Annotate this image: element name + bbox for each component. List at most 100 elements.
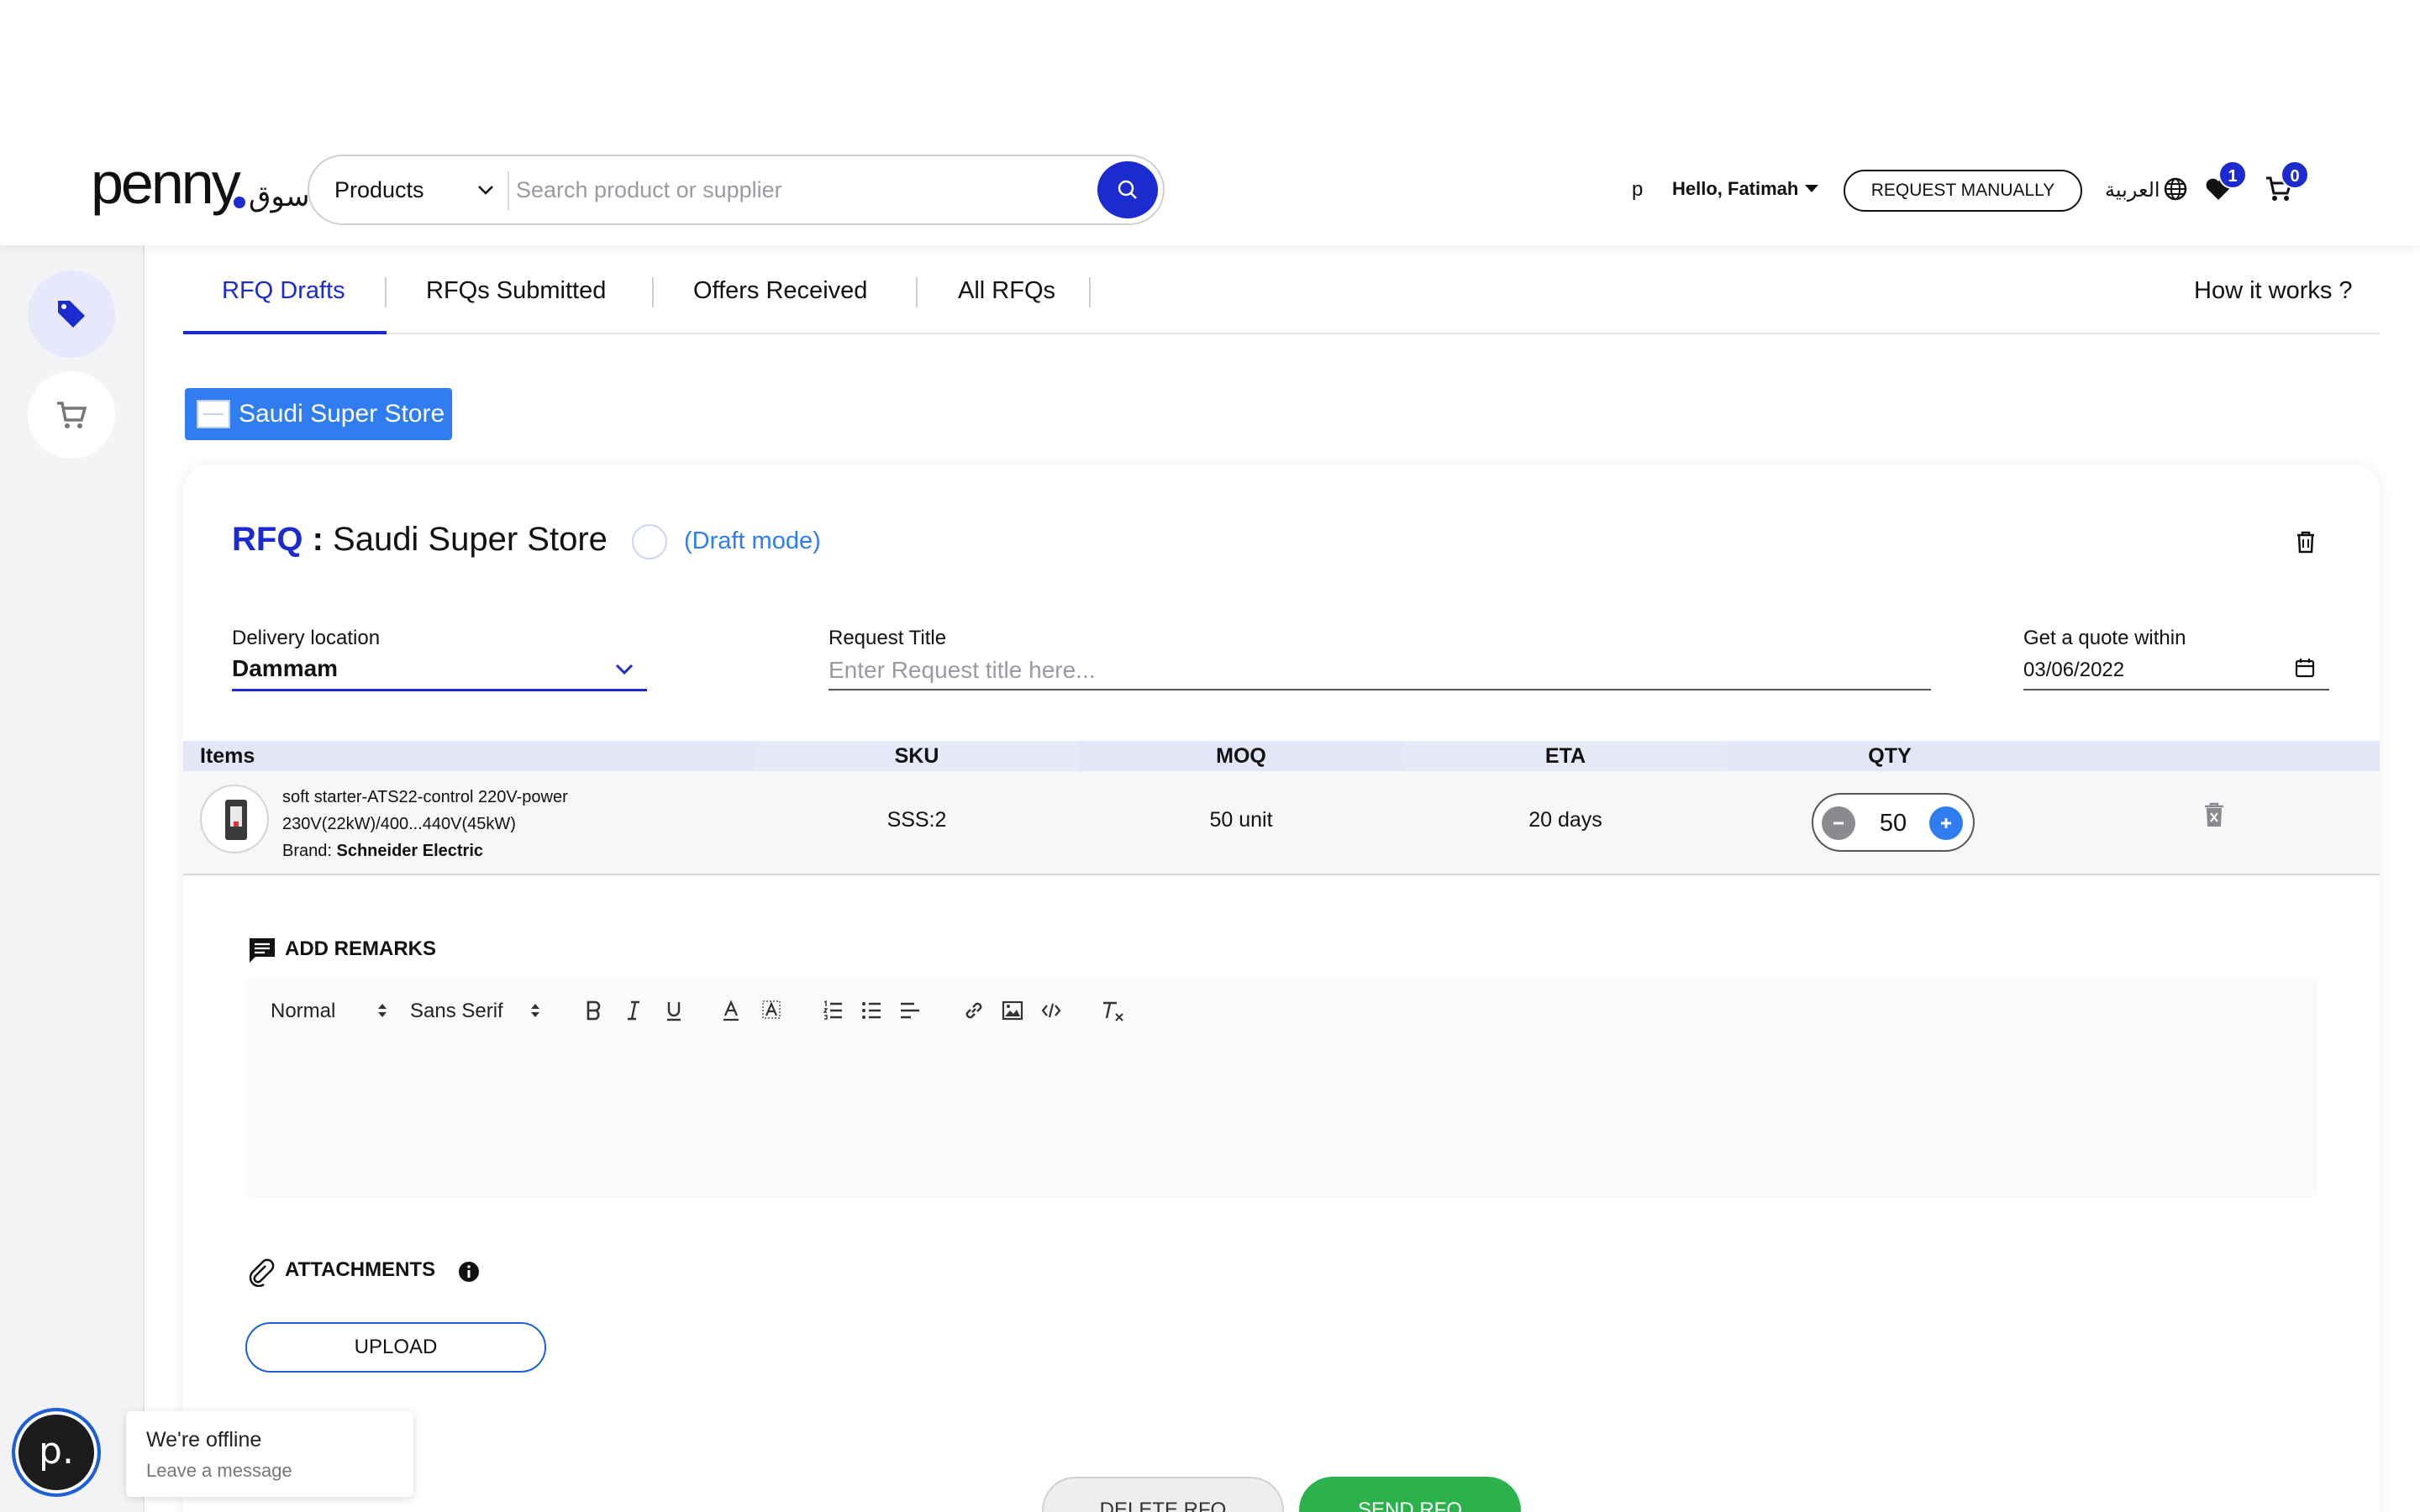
font-color-icon[interactable]	[721, 1000, 741, 1021]
items-table-header: Items SKU MOQ ETA QTY	[183, 741, 2380, 771]
active-tab-indicator	[183, 331, 387, 334]
sidebar-item-rfq[interactable]	[28, 270, 115, 358]
chat-leave-message[interactable]: Leave a message	[146, 1460, 292, 1482]
chat-status: We're offline	[146, 1428, 262, 1452]
search-button[interactable]	[1097, 161, 1158, 218]
user-initial: p	[1632, 178, 1644, 201]
code-icon[interactable]	[1040, 1000, 1062, 1021]
search-icon	[1118, 180, 1137, 199]
store-logo-thumb	[197, 400, 230, 428]
underline-icon[interactable]	[664, 1000, 684, 1021]
tab-rfqs-submitted[interactable]: RFQs Submitted	[426, 277, 606, 305]
rfq-prefix: RFQ	[232, 521, 303, 558]
attachments-title: ATTACHMENTS	[285, 1258, 436, 1281]
delivery-location-label: Delivery location	[232, 627, 381, 649]
tab-all-rfqs[interactable]: All RFQs	[958, 277, 1055, 305]
info-icon[interactable]	[457, 1260, 481, 1284]
eta-value: 20 days	[1528, 808, 1602, 832]
sidebar-item-cart[interactable]	[28, 371, 115, 459]
request-title-underline	[829, 689, 1931, 690]
tab-separator	[385, 277, 387, 307]
tab-separator	[916, 277, 918, 307]
col-moq: MOQ	[1216, 744, 1266, 768]
product-image	[200, 785, 269, 853]
logo-dot	[234, 197, 245, 208]
quote-date-underline	[2023, 689, 2329, 690]
send-rfq-button[interactable]: SEND RFQ	[1299, 1477, 1521, 1512]
cart-icon	[57, 402, 87, 428]
tab-separator	[652, 277, 654, 307]
upload-button[interactable]: UPLOAD	[245, 1322, 546, 1373]
delivery-underline	[232, 689, 647, 691]
bold-icon[interactable]	[583, 1000, 603, 1021]
minus-icon	[1833, 822, 1844, 825]
caret-down-icon[interactable]	[1805, 185, 1818, 192]
italic-icon[interactable]	[623, 1000, 644, 1021]
search-input[interactable]	[516, 170, 953, 210]
delivery-location-select[interactable]: Dammam	[232, 655, 338, 682]
search-divider	[508, 171, 509, 210]
updown-arrows-icon[interactable]	[376, 1001, 388, 1020]
quantity-value[interactable]: 50	[1864, 806, 1923, 840]
cart-count-badge: 0	[2281, 160, 2309, 189]
delete-item-icon[interactable]	[2203, 801, 2225, 828]
tab-offers-received[interactable]: Offers Received	[693, 277, 867, 305]
text-size-select[interactable]: Normal	[271, 1000, 335, 1023]
top-header: penny سوق Products p Hello, Fatimah REQU…	[0, 0, 2420, 245]
chevron-down-icon[interactable]	[474, 178, 497, 202]
calendar-icon[interactable]	[2294, 657, 2316, 679]
chat-launcher-avatar[interactable]: p.	[12, 1408, 101, 1497]
chevron-down-icon[interactable]	[612, 657, 637, 682]
sku-value: SSS:2	[886, 808, 947, 832]
chat-offline-bubble[interactable]: We're offline Leave a message	[126, 1411, 413, 1497]
store-chip[interactable]: Saudi Super Store	[185, 388, 452, 440]
tab-separator	[1089, 277, 1091, 307]
draft-mode-label: (Draft mode)	[684, 528, 821, 554]
logo-text: penny	[91, 150, 241, 216]
image-icon[interactable]	[1002, 1000, 1023, 1021]
col-eta: ETA	[1544, 744, 1586, 768]
request-title-input[interactable]	[829, 652, 1931, 689]
request-manually-button[interactable]: REQUEST MANUALLY	[1844, 170, 2082, 212]
col-items: Items	[200, 744, 255, 768]
search-bar: Products	[308, 155, 1165, 225]
increase-qty-button[interactable]	[1929, 806, 1963, 840]
rfq-store-name: Saudi Super Store	[333, 521, 608, 558]
sidebar	[0, 245, 145, 1512]
col-sku: SKU	[894, 744, 939, 768]
brand-name: Schneider Electric	[336, 842, 484, 860]
store-chip-label: Saudi Super Store	[239, 400, 445, 428]
bullet-list-icon[interactable]	[860, 1000, 882, 1021]
font-family-select[interactable]: Sans Serif	[410, 1000, 503, 1023]
how-it-works-link[interactable]: How it works ?	[2194, 277, 2353, 305]
remarks-editor[interactable]: Normal Sans Serif	[245, 978, 2317, 1198]
product-brand-line: Brand: Schneider Electric	[282, 842, 483, 861]
col-qty: QTY	[1868, 744, 1912, 768]
decrease-qty-button[interactable]	[1822, 806, 1855, 840]
rfq-tabs: RFQ Drafts RFQs Submitted Offers Receive…	[183, 247, 2380, 334]
request-title-label: Request Title	[829, 627, 947, 649]
product-name-line1: soft starter-ATS22-control 220V-power	[282, 788, 568, 806]
link-icon[interactable]	[963, 1000, 985, 1021]
logo-arabic-text: سوق	[249, 180, 310, 213]
align-icon[interactable]	[899, 1000, 921, 1021]
globe-icon[interactable]	[2163, 176, 2188, 202]
rfq-title: RFQ : Saudi Super Store	[232, 521, 608, 559]
trash-icon[interactable]	[2294, 529, 2317, 554]
language-switch[interactable]: العربية	[2105, 178, 2160, 202]
updown-arrows-icon[interactable]	[529, 1001, 541, 1020]
delete-rfq-button[interactable]: DELETE RFQ	[1042, 1477, 1284, 1512]
search-category-select[interactable]: Products	[334, 156, 424, 223]
ordered-list-icon[interactable]	[822, 1000, 844, 1021]
background-color-icon[interactable]	[761, 1000, 781, 1021]
tab-rfq-drafts[interactable]: RFQ Drafts	[222, 277, 345, 305]
product-name-line2: 230V(22kW)/400...440V(45kW)	[282, 815, 516, 833]
clear-format-icon[interactable]	[1101, 1000, 1126, 1023]
favorites-count-badge: 1	[2218, 160, 2247, 189]
rfq-card: RFQ : Saudi Super Store (Draft mode) Del…	[183, 465, 2380, 1512]
plus-icon	[1941, 818, 1951, 828]
quote-date-input[interactable]: 03/06/2022	[2023, 659, 2124, 682]
paperclip-icon	[249, 1258, 275, 1287]
user-greeting[interactable]: Hello, Fatimah	[1672, 178, 1798, 200]
quantity-stepper: 50	[1812, 793, 1975, 852]
